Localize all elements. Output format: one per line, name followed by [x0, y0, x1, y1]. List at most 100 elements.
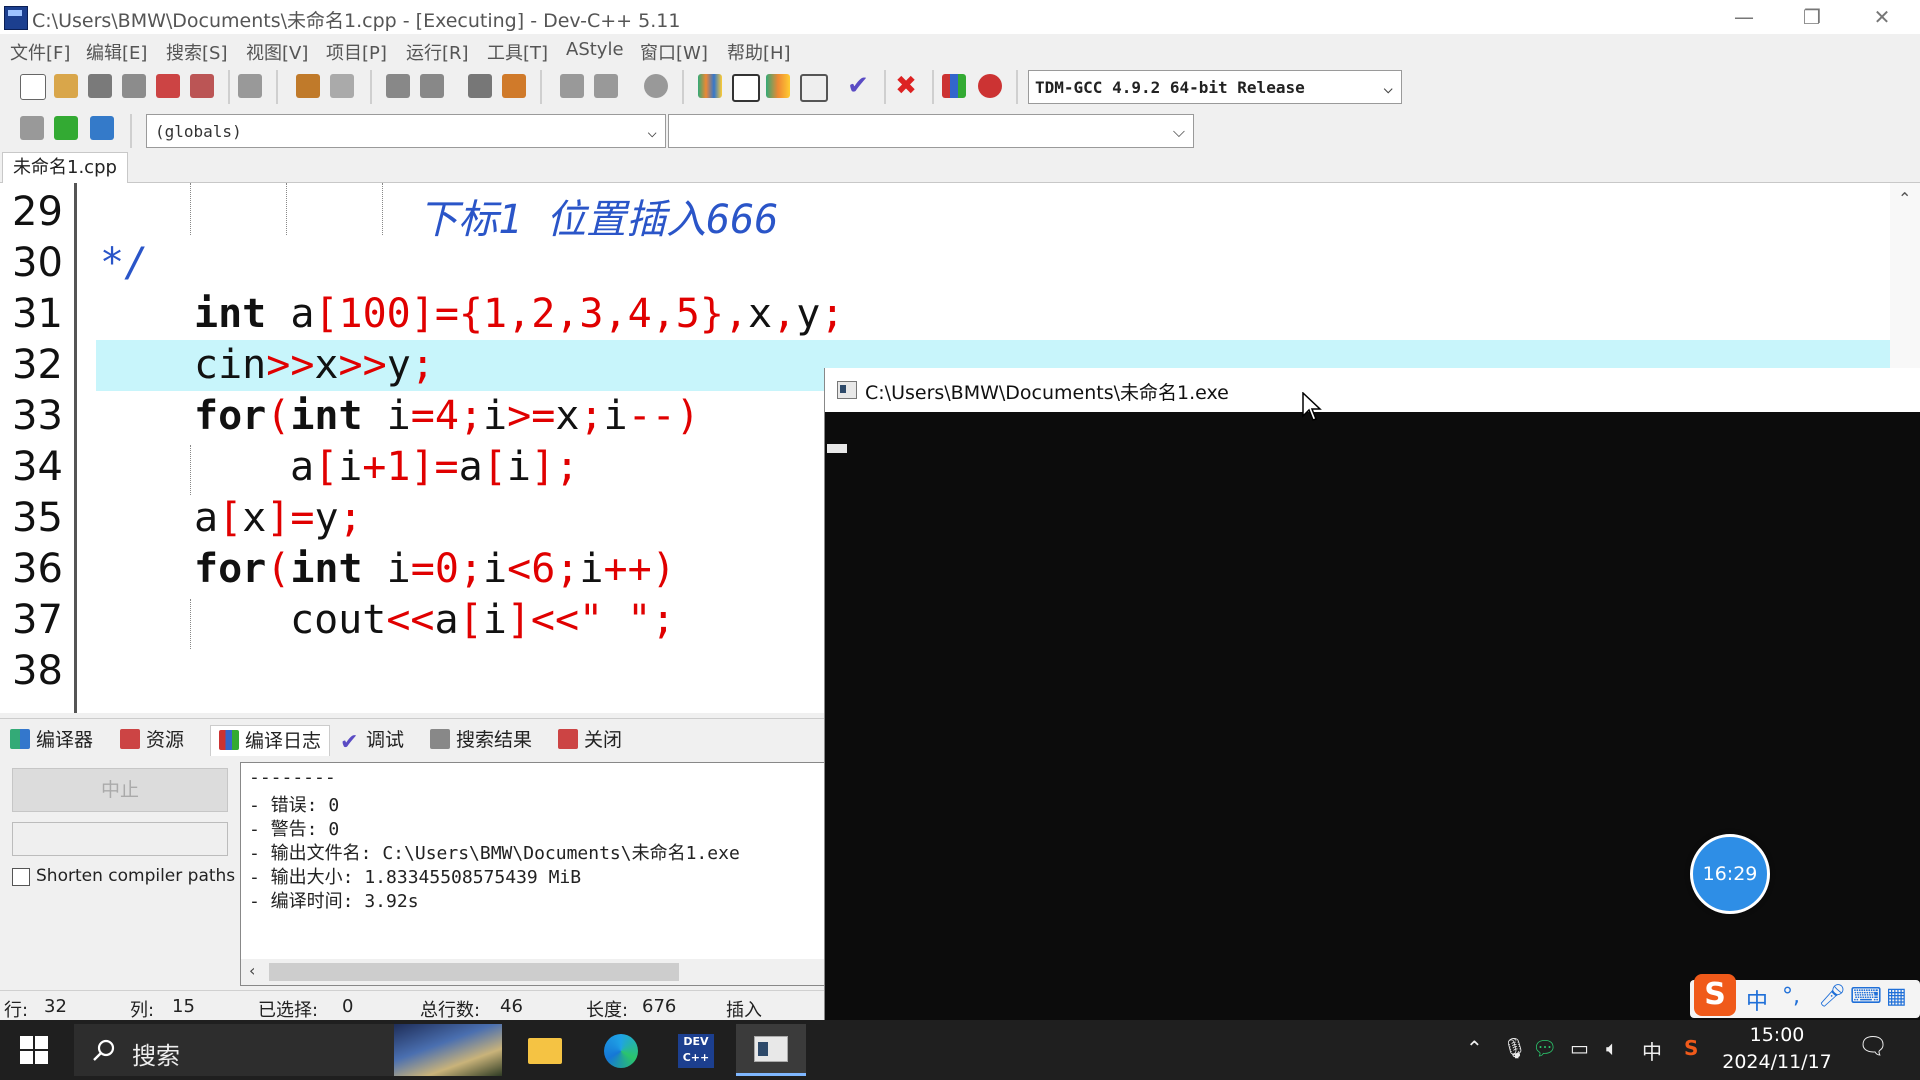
- compile-run-icon[interactable]: [766, 74, 790, 98]
- menu-help[interactable]: 帮助[H]: [727, 39, 791, 65]
- volume-icon[interactable]: 🔈︎: [1606, 1036, 1618, 1060]
- taskbar-console[interactable]: [736, 1024, 806, 1076]
- menu-astyle[interactable]: AStyle: [566, 39, 624, 60]
- replace-icon[interactable]: [420, 74, 444, 98]
- log-horizontal-scrollbar[interactable]: ‹: [241, 959, 831, 985]
- devcpp-app-icon: [4, 6, 28, 30]
- minimize-button[interactable]: —: [1710, 0, 1778, 34]
- status-selected-label: 已选择:: [258, 1000, 319, 1021]
- open-file-icon[interactable]: [54, 74, 78, 98]
- line-number: 31: [12, 291, 63, 337]
- tab-file[interactable]: 未命名1.cpp: [2, 152, 128, 183]
- save-icon[interactable]: [88, 74, 112, 98]
- scroll-left-icon[interactable]: ‹: [249, 961, 255, 980]
- syntax-check-icon[interactable]: ✔: [846, 73, 870, 99]
- code-line-36: for(int i=0;i<6;i++): [194, 546, 676, 592]
- wechat-icon[interactable]: 💬︎: [1532, 1036, 1557, 1060]
- tab-label: 编译器: [36, 729, 94, 751]
- redo-icon[interactable]: [330, 74, 354, 98]
- bookmark-icon[interactable]: [502, 74, 526, 98]
- debug-icon[interactable]: [978, 74, 1002, 98]
- goto-icon[interactable]: [54, 116, 78, 140]
- compiler-icon: [10, 729, 30, 749]
- ime-toolbar[interactable]: S 中 °, 🎤︎ ⌨ ▦: [1690, 974, 1920, 1018]
- compile-icon[interactable]: [698, 74, 722, 98]
- windows-start-icon[interactable]: [20, 1036, 48, 1064]
- menu-view[interactable]: 视图[V]: [246, 39, 308, 65]
- battery-icon[interactable]: ▭: [1570, 1036, 1589, 1060]
- console-cursor: [827, 444, 847, 453]
- ime-punct[interactable]: °,: [1782, 984, 1800, 1009]
- tab-debug[interactable]: ✔ 调试: [340, 725, 404, 755]
- tab-resources[interactable]: 资源: [120, 725, 184, 755]
- tab-compiler[interactable]: 编译器: [10, 725, 93, 755]
- taskbar-file-explorer[interactable]: [512, 1024, 576, 1076]
- abort-button[interactable]: 中止: [12, 768, 228, 812]
- save-all-icon[interactable]: [122, 74, 146, 98]
- rebuild-icon[interactable]: [800, 74, 828, 102]
- close-button[interactable]: ✕: [1848, 0, 1916, 34]
- recording-timer-badge[interactable]: 16:29: [1690, 834, 1770, 914]
- shorten-paths-checkbox[interactable]: [12, 868, 30, 886]
- sogou-tray-icon[interactable]: S: [1684, 1036, 1698, 1060]
- bottom-panel-tabs: 编译器 资源 编译日志 ✔ 调试 搜索结果 关闭: [0, 718, 830, 759]
- menu-search[interactable]: 搜索[S]: [166, 39, 227, 65]
- find-icon[interactable]: [386, 74, 410, 98]
- tab-close[interactable]: 关闭: [558, 725, 622, 755]
- line-number: 30: [12, 240, 63, 286]
- ime-lang[interactable]: 中: [1746, 984, 1768, 1016]
- toggle-comment-icon[interactable]: [644, 74, 668, 98]
- print-icon[interactable]: [238, 74, 262, 98]
- code-line-35: a[x]=y;: [194, 495, 363, 541]
- keyboard-icon[interactable]: ⌨: [1850, 984, 1882, 1009]
- tab-compile-log[interactable]: 编译日志: [210, 725, 331, 756]
- menu-file[interactable]: 文件[F]: [10, 39, 70, 65]
- menu-edit[interactable]: 编辑[E]: [86, 39, 147, 65]
- microphone-icon[interactable]: 🎙︎: [1502, 1036, 1527, 1060]
- scrollbar-thumb[interactable]: [269, 963, 679, 981]
- microphone-icon[interactable]: 🎤︎: [1818, 984, 1846, 1009]
- taskbar-edge[interactable]: [588, 1024, 652, 1076]
- scroll-up-icon[interactable]: ⌃: [1898, 189, 1911, 208]
- members-select[interactable]: ⌵: [668, 114, 1194, 148]
- compiler-select[interactable]: TDM-GCC 4.9.2 64-bit Release ⌵: [1028, 70, 1402, 104]
- console-window[interactable]: C:\Users\BMW\Documents\未命名1.exe: [824, 368, 1920, 1020]
- new-file-icon[interactable]: [20, 74, 46, 100]
- goto-line-icon[interactable]: [468, 74, 492, 98]
- unindent-icon[interactable]: [560, 74, 584, 98]
- indent-icon[interactable]: [594, 74, 618, 98]
- notification-icon[interactable]: 🗨︎: [1858, 1032, 1888, 1060]
- restore-button[interactable]: ❐: [1778, 0, 1846, 34]
- tray-input-lang[interactable]: 中: [1642, 1036, 1662, 1065]
- menu-tools[interactable]: 工具[T]: [487, 39, 548, 65]
- sogou-ime-icon[interactable]: S: [1694, 974, 1736, 1016]
- status-length: 676: [642, 996, 677, 1017]
- close-file-icon[interactable]: [156, 74, 180, 98]
- compile-log-icon: [219, 730, 239, 750]
- menu-project[interactable]: 项目[P]: [326, 39, 387, 65]
- tab-search-results[interactable]: 搜索结果: [430, 725, 532, 755]
- profile-icon[interactable]: [942, 74, 966, 98]
- menu-run[interactable]: 运行[R]: [406, 39, 469, 65]
- tab-label: 关闭: [584, 729, 623, 751]
- insert-icon[interactable]: [20, 116, 44, 140]
- scope-select[interactable]: (globals) ⌵: [146, 114, 666, 148]
- console-title-bar[interactable]: C:\Users\BMW\Documents\未命名1.exe: [825, 368, 1920, 412]
- window-title: C:\Users\BMW\Documents\未命名1.cpp - [Execu…: [32, 10, 681, 32]
- undo-icon[interactable]: [296, 74, 320, 98]
- chevron-up-icon[interactable]: ⌃: [1466, 1036, 1483, 1060]
- code-comment-end: */: [100, 240, 149, 286]
- stop-execution-icon[interactable]: ✖: [894, 73, 918, 99]
- clock-date[interactable]: 2024/11/17: [1722, 1051, 1832, 1073]
- toggle-bookmark-icon[interactable]: [90, 116, 114, 140]
- ime-grid-icon[interactable]: ▦: [1886, 984, 1907, 1009]
- compile-log[interactable]: -------- - 错误: 0 - 警告: 0 - 输出文件名: C:\Use…: [240, 762, 832, 986]
- line-number: 38: [12, 648, 63, 694]
- taskbar-search-box[interactable]: 搜索: [74, 1024, 502, 1076]
- clock-time[interactable]: 15:00: [1727, 1024, 1827, 1046]
- run-icon[interactable]: [732, 74, 760, 102]
- taskbar-devcpp[interactable]: DEV C++: [664, 1024, 728, 1076]
- menu-window[interactable]: 窗口[W]: [640, 39, 708, 65]
- shorten-paths-label: Shorten compiler paths: [36, 866, 236, 886]
- close-all-icon[interactable]: [190, 74, 214, 98]
